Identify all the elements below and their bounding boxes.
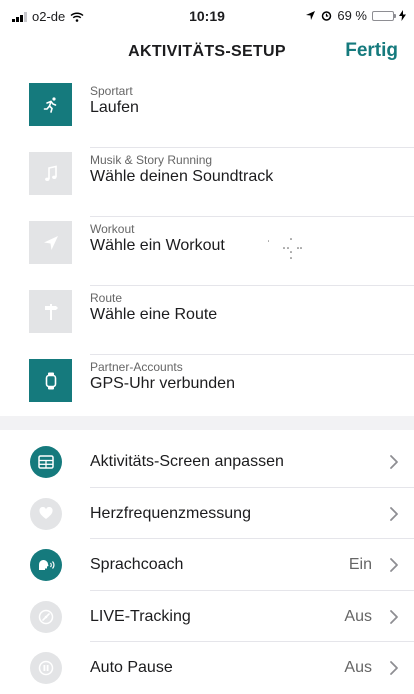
runner-icon	[43, 96, 56, 113]
charging-bolt-icon	[399, 10, 406, 21]
setting-state: Ein	[348, 556, 372, 574]
setting-icon-circle	[30, 549, 62, 582]
setting-heart-rate[interactable]: Herzfrequenzmessung	[0, 488, 414, 540]
alarm-icon	[322, 11, 332, 21]
battery-icon	[372, 10, 396, 21]
setup-item-value: GPS-Uhr verbunden	[90, 375, 235, 392]
setup-item-label: Route	[90, 291, 123, 305]
setting-state: Aus	[344, 607, 372, 625]
pause-icon	[38, 661, 54, 676]
live-tracking-icon	[38, 609, 54, 625]
location-services-icon	[306, 11, 316, 20]
screen-layout-icon	[38, 455, 54, 469]
setting-live-tracking[interactable]: LIVE-Tracking Aus	[0, 591, 414, 643]
setup-tile	[29, 290, 72, 333]
setup-item-route[interactable]: Route Wähle eine Route	[0, 286, 414, 355]
battery-percent: 69 %	[337, 8, 367, 23]
heart-icon	[39, 507, 53, 520]
setting-auto-pause[interactable]: Auto Pause Aus	[0, 642, 414, 694]
status-right: 69 %	[305, 8, 406, 23]
chevron-right-icon	[390, 506, 398, 521]
setting-icon-circle	[30, 652, 62, 685]
settings-list: Aktivitäts-Screen anpassen Herzfrequenzm…	[0, 436, 414, 694]
setup-tile	[29, 221, 72, 264]
setting-voice-coach[interactable]: Sprachcoach Ein	[0, 539, 414, 591]
setup-item-value: Wähle eine Route	[90, 306, 218, 323]
setup-item-partner-accounts[interactable]: Partner-Accounts GPS-Uhr verbunden	[0, 355, 414, 424]
setup-tile	[29, 152, 72, 195]
signpost-icon	[44, 303, 58, 320]
activity-setup-list: Sportart Laufen Musik & Story Running Wä…	[0, 79, 414, 424]
setting-state: Aus	[344, 659, 372, 677]
setup-item-sportart[interactable]: Sportart Laufen	[0, 79, 414, 148]
setting-activity-screen[interactable]: Aktivitäts-Screen anpassen	[0, 436, 414, 488]
setting-icon-circle	[30, 497, 62, 530]
chevron-right-icon	[390, 609, 398, 624]
setup-item-label: Workout	[90, 222, 135, 236]
chevron-right-icon	[390, 455, 398, 469]
setup-item-musik[interactable]: Musik & Story Running Wähle deinen Sound…	[0, 148, 414, 217]
setting-icon-circle	[30, 446, 62, 478]
voice-coach-icon	[38, 560, 55, 571]
setup-item-value: Wähle ein Workout	[90, 237, 225, 254]
setting-label: Sprachcoach	[90, 556, 184, 574]
setup-tile	[29, 83, 72, 126]
setup-item-workout[interactable]: Workout Wähle ein Workout	[0, 217, 414, 286]
setup-item-label: Partner-Accounts	[90, 360, 183, 374]
setting-label: Auto Pause	[90, 659, 173, 677]
setting-label: Aktivitäts-Screen anpassen	[90, 453, 284, 470]
setup-item-label: Sportart	[90, 84, 133, 98]
navigation-bar: AKTIVITÄTS-SETUP Fertig	[0, 30, 414, 74]
setup-tile	[29, 359, 72, 402]
setup-item-label: Musik & Story Running	[90, 153, 213, 167]
setup-item-value: Laufen	[90, 99, 139, 116]
setting-label: LIVE-Tracking	[90, 607, 191, 625]
decorative-dots	[268, 238, 302, 259]
done-button[interactable]: Fertig	[345, 40, 398, 62]
setting-label: Herzfrequenzmessung	[90, 504, 251, 522]
chevron-right-icon	[390, 661, 398, 676]
setting-icon-circle	[30, 600, 62, 633]
watch-icon	[45, 372, 56, 389]
music-note-icon	[44, 165, 57, 181]
setup-item-value: Wähle deinen Soundtrack	[90, 168, 274, 185]
location-arrow-icon	[43, 235, 58, 250]
status-bar: o2-de 10:19 69 %	[0, 0, 414, 30]
section-separator	[0, 416, 414, 430]
chevron-right-icon	[390, 558, 398, 573]
